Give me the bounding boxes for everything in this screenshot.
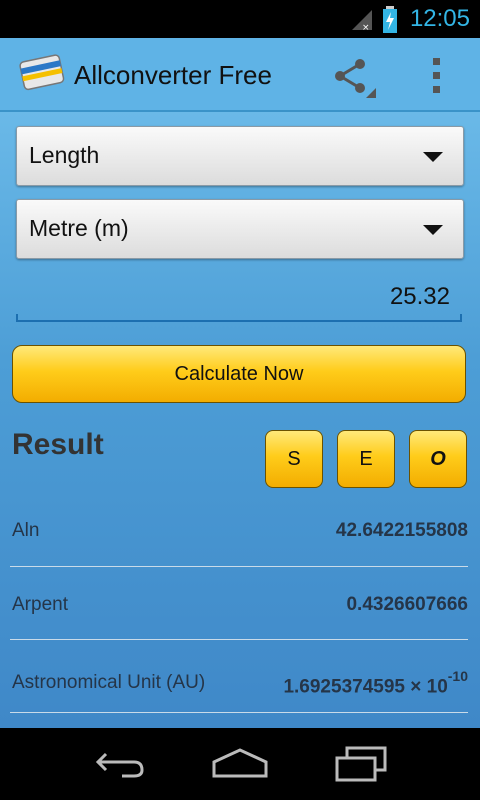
unit-value-mantissa: 1.6925374595 × 10 [283, 676, 448, 698]
clock: 12:05 [409, 5, 470, 32]
row-divider [10, 712, 468, 713]
share-icon[interactable] [332, 56, 378, 105]
category-dropdown[interactable]: Length [16, 126, 464, 186]
overflow-menu-icon[interactable] [428, 56, 444, 101]
input-underline [16, 314, 462, 322]
status-bar: × 12:05 [0, 0, 480, 38]
mode-button-s[interactable]: S [265, 430, 323, 488]
unit-dropdown[interactable]: Metre (m) [16, 199, 464, 259]
unit-name: Astronomical Unit (AU) [12, 672, 206, 693]
unit-name: Arpent [12, 594, 68, 615]
unit-name: Aln [12, 520, 40, 541]
unit-value-exponent: -10 [447, 668, 468, 684]
home-icon[interactable] [210, 746, 270, 787]
result-row: Arpent 0.4326607666 [0, 566, 480, 640]
unit-value: 0.4326607666 [346, 594, 468, 615]
back-icon[interactable] [92, 746, 148, 787]
no-signal-icon: × [350, 8, 374, 37]
battery-charging-icon [382, 6, 398, 39]
calculate-now-button[interactable]: Calculate Now [12, 345, 466, 403]
recent-apps-icon[interactable] [333, 746, 389, 787]
unit-value: 42.6422155808 [335, 520, 468, 541]
navigation-bar [0, 728, 480, 800]
mode-button-o[interactable]: O [409, 430, 467, 488]
result-row: Astronomical Unit (AU) 1.6925374595 × 10… [0, 640, 480, 713]
app-title: Allconverter Free [74, 60, 272, 90]
converter-content: Length Metre (m) Calculate Now Result S … [0, 112, 480, 728]
result-heading: Result [12, 428, 104, 461]
result-row: Aln 42.6422155808 [0, 492, 480, 567]
unit-dropdown-label: Metre (m) [29, 215, 129, 241]
action-bar: Allconverter Free [0, 38, 480, 112]
dropdown-arrow-icon [423, 152, 443, 162]
category-dropdown-label: Length [29, 142, 100, 168]
svg-text:×: × [362, 23, 370, 32]
value-input[interactable] [16, 272, 462, 322]
unit-value: 1.6925374595 × 10-10 [283, 668, 468, 698]
mode-button-e[interactable]: E [337, 430, 395, 488]
dropdown-arrow-icon [423, 225, 443, 235]
app-logo-icon[interactable] [18, 50, 68, 101]
